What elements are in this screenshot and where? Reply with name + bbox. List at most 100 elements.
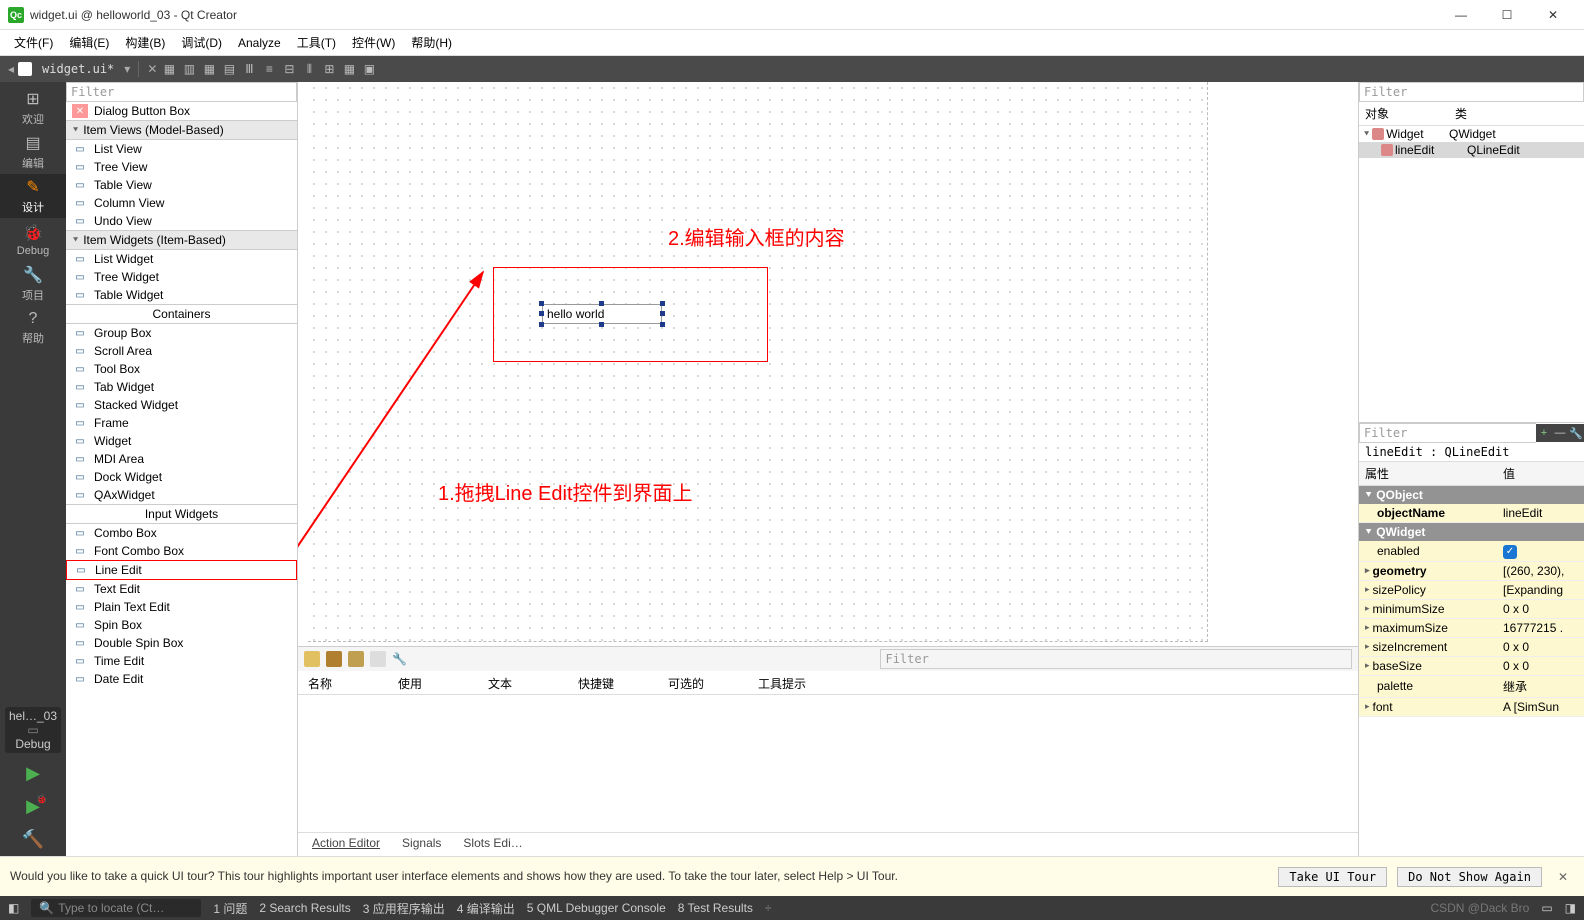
close-button[interactable]: ✕ xyxy=(1530,0,1576,30)
widget-item[interactable]: ▭Stacked Widget xyxy=(66,396,297,414)
widget-item[interactable]: ▭Line Edit xyxy=(66,560,297,580)
widget-item[interactable]: ▭QAxWidget xyxy=(66,486,297,504)
tab-slots[interactable]: Slots Edi… xyxy=(459,836,526,853)
output-app[interactable]: 3 应用程序输出 xyxy=(363,900,445,917)
config-icon[interactable]: 🔧 xyxy=(392,652,407,666)
menu-file[interactable]: 文件(F) xyxy=(8,32,59,53)
widget-item[interactable]: ▭Tree Widget xyxy=(66,268,297,286)
layout-vs-icon[interactable]: ≡ xyxy=(261,61,277,77)
tab-action-editor[interactable]: Action Editor xyxy=(308,836,384,853)
property-row[interactable]: ▸ sizePolicy[Expanding xyxy=(1359,581,1584,600)
close-right-icon[interactable]: ◨ xyxy=(1565,901,1576,915)
widget-group-header[interactable]: Containers xyxy=(66,304,297,324)
widget-item[interactable]: ▭Tab Widget xyxy=(66,378,297,396)
close-info-icon[interactable]: ✕ xyxy=(1552,870,1574,884)
menu-analyze[interactable]: Analyze xyxy=(232,34,287,52)
mode-welcome[interactable]: ⊞欢迎 xyxy=(0,86,66,130)
output-issues[interactable]: 1 问题 xyxy=(213,900,247,917)
widget-item[interactable]: ▭Scroll Area xyxy=(66,342,297,360)
property-row[interactable]: enabled✓ xyxy=(1359,541,1584,562)
property-row[interactable]: objectNamelineEdit xyxy=(1359,504,1584,523)
layout-grid-icon[interactable]: ⊞ xyxy=(321,61,337,77)
widget-item[interactable]: ▭Plain Text Edit xyxy=(66,598,297,616)
widget-group-header[interactable]: Input Widgets xyxy=(66,504,297,524)
target-selector[interactable]: hel…_03▭Debug xyxy=(5,707,61,753)
take-tour-button[interactable]: Take UI Tour xyxy=(1278,867,1387,887)
widget-item[interactable]: ▭Undo View xyxy=(66,212,297,230)
widget-item[interactable]: ▭Table View xyxy=(66,176,297,194)
property-group[interactable]: ⯆ QObject xyxy=(1359,486,1584,504)
tab-signals[interactable]: Signals xyxy=(398,836,445,853)
property-filter[interactable]: Filter xyxy=(1359,423,1536,443)
widget-item[interactable]: ▭Combo Box xyxy=(66,524,297,542)
output-search[interactable]: 2 Search Results xyxy=(259,901,350,915)
widget-item[interactable]: ▭Tool Box xyxy=(66,360,297,378)
build-button[interactable]: 🔨 xyxy=(22,829,44,850)
widget-item[interactable]: ✕Dialog Button Box xyxy=(66,102,297,120)
widget-filter[interactable]: Filter xyxy=(66,82,297,102)
widget-item[interactable]: ▭Date Edit xyxy=(66,670,297,688)
widget-item[interactable]: ▭Column View xyxy=(66,194,297,212)
output-qml[interactable]: 5 QML Debugger Console xyxy=(527,901,666,915)
widget-item[interactable]: ▭Frame xyxy=(66,414,297,432)
output-tests[interactable]: 8 Test Results xyxy=(678,901,753,915)
paste-action-icon[interactable] xyxy=(348,651,364,667)
property-row[interactable]: ▸ baseSize0 x 0 xyxy=(1359,657,1584,676)
open-file-label[interactable]: widget.ui* xyxy=(36,62,120,76)
object-filter[interactable]: Filter xyxy=(1359,82,1584,102)
form-canvas[interactable]: 2.编辑输入框的内容 1.拖拽Line Edit控件到界面上 hello wor… xyxy=(298,82,1358,646)
layout-f-icon[interactable]: ▤ xyxy=(221,61,237,77)
delete-action-icon[interactable] xyxy=(370,651,386,667)
widget-item[interactable]: ▭Tree View xyxy=(66,158,297,176)
mode-help[interactable]: ?帮助 xyxy=(0,306,66,350)
layout-sp-icon[interactable]: ⫴ xyxy=(301,61,317,77)
property-row[interactable]: ▸ geometry[(260, 230), xyxy=(1359,562,1584,581)
property-row[interactable]: ▸ minimumSize0 x 0 xyxy=(1359,600,1584,619)
property-row[interactable]: ▸ maximumSize16777215 . xyxy=(1359,619,1584,638)
add-prop-icon[interactable]: + xyxy=(1536,424,1552,442)
menu-build[interactable]: 构建(B) xyxy=(119,32,171,53)
layout-hs-icon[interactable]: Ⅲ xyxy=(241,61,257,77)
config-prop-icon[interactable]: 🔧 xyxy=(1568,424,1584,442)
mode-debug[interactable]: 🐞Debug xyxy=(0,218,66,262)
object-row[interactable]: ⯆ WidgetQWidget xyxy=(1359,126,1584,142)
progress-icon[interactable]: ▭ xyxy=(1541,901,1552,915)
menu-help[interactable]: 帮助(H) xyxy=(405,32,458,53)
property-row[interactable]: ▸ sizeIncrement0 x 0 xyxy=(1359,638,1584,657)
widget-group-header[interactable]: ⯆Item Widgets (Item-Based) xyxy=(66,230,297,250)
layout-g-icon[interactable]: ▦ xyxy=(201,61,217,77)
lineedit-widget[interactable]: hello world xyxy=(542,304,662,324)
widget-item[interactable]: ▭MDI Area xyxy=(66,450,297,468)
widget-item[interactable]: ▭Group Box xyxy=(66,324,297,342)
widget-item[interactable]: ▭Widget xyxy=(66,432,297,450)
widget-item[interactable]: ▭Spin Box xyxy=(66,616,297,634)
property-row[interactable]: palette继承 xyxy=(1359,676,1584,698)
widget-item[interactable]: ▭List View xyxy=(66,140,297,158)
menu-widgets[interactable]: 控件(W) xyxy=(346,32,401,53)
run-debug-button[interactable]: ▶🐞 xyxy=(26,796,40,817)
object-row[interactable]: lineEditQLineEdit xyxy=(1359,142,1584,158)
widget-item[interactable]: ▭Double Spin Box xyxy=(66,634,297,652)
layout-h-icon[interactable]: ▦ xyxy=(161,61,177,77)
widget-item[interactable]: ▭Table Widget xyxy=(66,286,297,304)
preview-icon[interactable]: ▣ xyxy=(361,61,377,77)
widget-item[interactable]: ▭Time Edit xyxy=(66,652,297,670)
locator-input[interactable]: 🔍Type to locate (Ct… xyxy=(31,899,201,917)
mode-design[interactable]: ✎设计 xyxy=(0,174,66,218)
widget-group-header[interactable]: ⯆Item Views (Model-Based) xyxy=(66,120,297,140)
widget-item[interactable]: ▭Font Combo Box xyxy=(66,542,297,560)
layout-br-icon[interactable]: ⊟ xyxy=(281,61,297,77)
do-not-show-button[interactable]: Do Not Show Again xyxy=(1397,867,1542,887)
maximize-button[interactable]: ☐ xyxy=(1484,0,1530,30)
action-filter[interactable]: Filter xyxy=(880,649,1352,669)
output-compile[interactable]: 4 编译输出 xyxy=(457,900,515,917)
menu-debug[interactable]: 调试(D) xyxy=(175,32,228,53)
mode-edit[interactable]: ▤编辑 xyxy=(0,130,66,174)
layout-adjust-icon[interactable]: ▦ xyxy=(341,61,357,77)
widget-item[interactable]: ▭Text Edit xyxy=(66,580,297,598)
run-button[interactable]: ▶ xyxy=(26,763,40,784)
menu-tools[interactable]: 工具(T) xyxy=(291,32,342,53)
layout-v-icon[interactable]: ▥ xyxy=(181,61,197,77)
close-sidebar-icon[interactable]: ◧ xyxy=(8,901,19,915)
minimize-button[interactable]: — xyxy=(1438,0,1484,30)
